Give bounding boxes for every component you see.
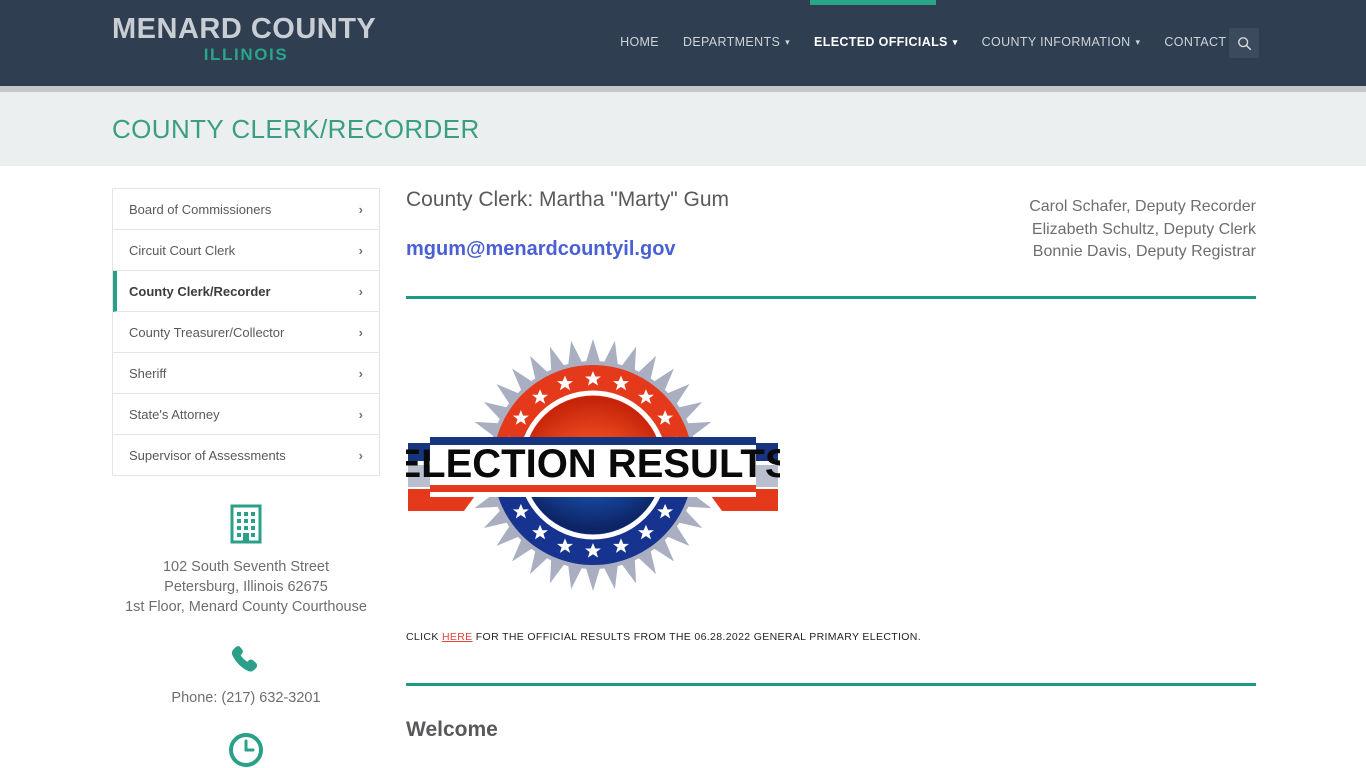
- nav-item-elected-officials[interactable]: ELECTED OFFICIALS ▾: [802, 31, 970, 53]
- page-content: Board of Commissioners › Circuit Court C…: [0, 166, 1366, 768]
- deputy-entry: Bonnie Davis, Deputy Registrar: [1032, 243, 1256, 260]
- clerk-name: County Clerk: Martha "Marty" Gum: [406, 188, 729, 211]
- chevron-right-icon: ›: [358, 201, 363, 217]
- clock-icon: [229, 733, 263, 767]
- active-nav-accent-bar: [810, 0, 936, 5]
- chevron-down-icon: ▾: [785, 37, 791, 47]
- sidebar-menu: Board of Commissioners › Circuit Court C…: [112, 188, 380, 476]
- sidebar-item-label: Board of Commissioners: [129, 201, 272, 217]
- chevron-right-icon: ›: [358, 324, 363, 340]
- sidebar-item-label: County Clerk/Recorder: [129, 283, 271, 299]
- logo-secondary-text: ILLINOIS: [203, 45, 289, 65]
- sidebar-item-label: Supervisor of Assessments: [129, 447, 286, 463]
- chevron-right-icon: ›: [358, 447, 363, 463]
- nav-item-home[interactable]: HOME: [608, 31, 671, 53]
- clerk-email-link[interactable]: mgum@menardcountyil.gov: [406, 238, 729, 261]
- election-results-badge-graphic: ELECTION RESULTS: [394, 338, 792, 591]
- address-line-1: 102 South Seventh Street: [162, 559, 330, 575]
- sidebar-item-circuit-court-clerk[interactable]: Circuit Court Clerk ›: [113, 230, 379, 271]
- sidebar-item-label: Sheriff: [129, 365, 167, 381]
- chevron-right-icon: ›: [358, 242, 363, 258]
- sidebar-item-label: State's Attorney: [129, 406, 220, 422]
- chevron-right-icon: ›: [358, 406, 363, 422]
- deputy-staff-list: Carol Schafer, Deputy Recorder Elizabeth…: [1029, 188, 1256, 264]
- sidebar-contact-block: 102 South Seventh Street Petersburg, Ill…: [112, 504, 380, 768]
- nav-item-county-information[interactable]: COUNTY INFORMATION ▾: [970, 31, 1153, 53]
- office-phone[interactable]: Phone: (217) 632-3201: [112, 690, 380, 706]
- deputy-entry: Carol Schafer, Deputy Recorder: [1029, 198, 1256, 215]
- sidebar-item-county-treasurer-collector[interactable]: County Treasurer/Collector ›: [113, 312, 379, 353]
- chevron-down-icon: ▾: [952, 37, 958, 47]
- nav-item-label: COUNTY INFORMATION: [981, 35, 1131, 49]
- sidebar-item-board-of-commissioners[interactable]: Board of Commissioners ›: [113, 189, 379, 230]
- nav-item-label: HOME: [620, 35, 659, 49]
- section-divider-bottom: [406, 682, 1256, 686]
- primary-navigation: HOME DEPARTMENTS ▾ ELECTED OFFICIALS ▾ COU…: [608, 31, 1260, 53]
- sidebar-item-states-attorney[interactable]: State's Attorney ›: [113, 394, 379, 435]
- phone-icon-wrap: [112, 643, 380, 677]
- nav-item-label: DEPARTMENTS: [682, 35, 781, 49]
- here-link[interactable]: HERE: [442, 631, 473, 643]
- nav-item-departments[interactable]: DEPARTMENTS ▾: [671, 31, 802, 53]
- main-content: County Clerk: Martha "Marty" Gum mgum@me…: [394, 188, 1256, 768]
- sidebar-item-label: County Treasurer/Collector: [129, 324, 285, 340]
- sidebar-item-label: Circuit Court Clerk: [129, 242, 236, 258]
- site-logo[interactable]: MENARD COUNTY ILLINOIS: [112, 14, 452, 65]
- sidebar-item-supervisor-of-assessments[interactable]: Supervisor of Assessments ›: [113, 435, 379, 476]
- badge-banner-text: ELECTION RESULTS: [406, 442, 780, 486]
- election-results-caption: CLICK HERE FOR THE OFFICIAL RESULTS FROM…: [406, 631, 1256, 643]
- page-title: COUNTY CLERK/RECORDER: [112, 113, 480, 144]
- building-icon: [230, 504, 262, 544]
- election-results-image: ELECTION RESULTS: [394, 337, 792, 593]
- chevron-down-icon: ▾: [1135, 37, 1141, 47]
- address-line-3: 1st Floor, Menard County Courthouse: [125, 599, 367, 615]
- address-line-2: Petersburg, Illinois 62675: [164, 579, 328, 595]
- search-icon: [1237, 36, 1251, 50]
- chevron-right-icon: ›: [358, 283, 363, 299]
- logo-primary-text: MENARD COUNTY: [112, 13, 377, 45]
- deputy-entry: Elizabeth Schultz, Deputy Clerk: [1031, 220, 1256, 238]
- next-section-heading: Welcome: [406, 717, 498, 741]
- page-title-band: COUNTY CLERK/RECORDER: [0, 92, 1366, 166]
- caption-after: FOR THE OFFICIAL RESULTS FROM THE 06.28.…: [472, 630, 921, 643]
- search-button[interactable]: [1229, 28, 1259, 58]
- clock-icon-wrap: [112, 731, 380, 768]
- sidebar: Board of Commissioners › Circuit Court C…: [112, 188, 380, 768]
- office-address: 102 South Seventh Street Petersburg, Ill…: [112, 557, 380, 617]
- site-header: MENARD COUNTY ILLINOIS HOME DEPARTMENTS ▾…: [0, 0, 1366, 86]
- chevron-right-icon: ›: [358, 365, 363, 381]
- section-divider-top: [406, 295, 1256, 299]
- sidebar-item-county-clerk-recorder[interactable]: County Clerk/Recorder ›: [113, 271, 379, 312]
- building-icon-wrap: [112, 504, 380, 544]
- clerk-header: County Clerk: Martha "Marty" Gum mgum@me…: [406, 188, 1256, 264]
- sidebar-item-sheriff[interactable]: Sheriff ›: [113, 353, 379, 394]
- nav-item-label: ELECTED OFFICIALS: [814, 35, 948, 49]
- clerk-identity: County Clerk: Martha "Marty" Gum mgum@me…: [406, 188, 729, 261]
- phone-icon: [231, 646, 258, 672]
- caption-before: CLICK: [406, 630, 442, 643]
